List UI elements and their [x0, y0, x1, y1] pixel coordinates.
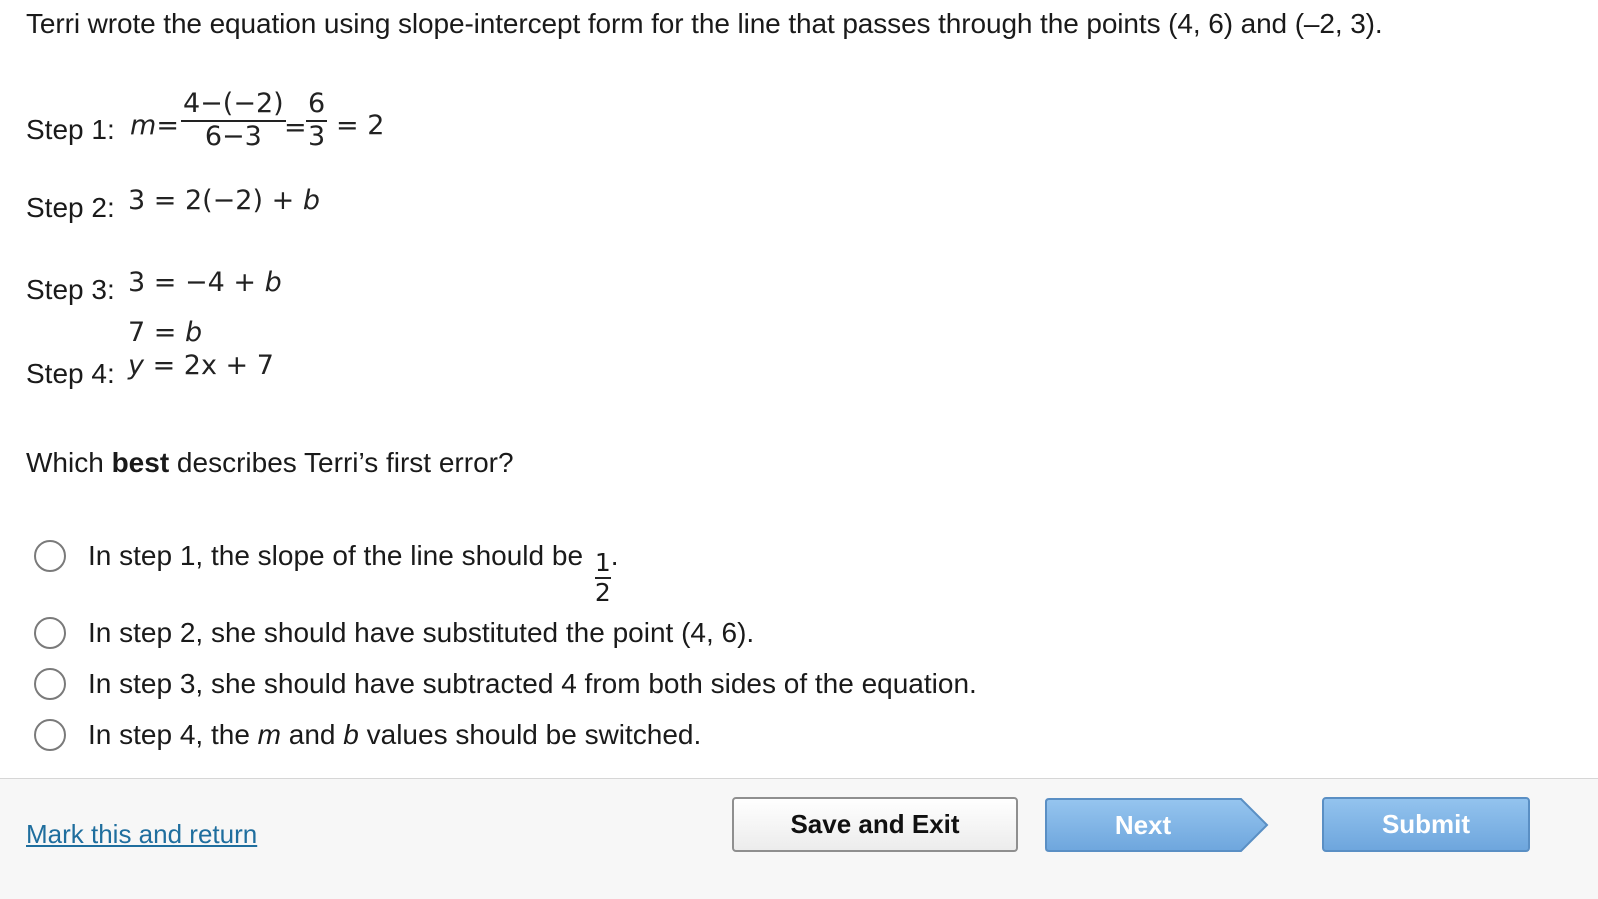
- answer-option-4-label: In step 4, the m and b values should be …: [88, 719, 702, 750]
- step-1-fraction-slope: 4−(−2) 6−3: [181, 88, 286, 152]
- step-3-expression-line-2: 7 = b: [128, 317, 203, 348]
- next-button[interactable]: Next: [1045, 798, 1269, 852]
- step-4-expression: y = 2x + 7: [128, 350, 274, 381]
- answer-option-1-label: In step 1, the slope of the line should …: [88, 540, 619, 607]
- step-1-fraction-numerator: 4−(−2): [183, 88, 284, 119]
- option-1-fraction: 1 2: [594, 548, 611, 607]
- save-and-exit-button[interactable]: Save and Exit: [732, 797, 1018, 852]
- radio-button[interactable]: [34, 617, 66, 649]
- step-1-equals: =: [284, 112, 307, 143]
- question-prompt: Terri wrote the equation using slope-int…: [26, 8, 1383, 39]
- step-1-label: Step 1:: [26, 114, 115, 145]
- assessment-page: Terri wrote the equation using slope-int…: [0, 0, 1598, 899]
- step-3-label: Step 3:: [26, 274, 115, 305]
- mark-and-return-link[interactable]: Mark this and return: [26, 819, 257, 850]
- step-3-expression-line-1: 3 = −4 + b: [128, 267, 282, 298]
- submit-button[interactable]: Submit: [1322, 797, 1530, 852]
- step-1-result: = 2: [336, 110, 385, 141]
- step-1-simplified-denominator: 3: [308, 121, 326, 152]
- step-1-fraction-simplified: 6 3: [306, 88, 328, 152]
- step-2-expression: 3 = 2(−2) + b: [128, 185, 320, 216]
- answer-option-3-label: In step 3, she should have subtracted 4 …: [88, 668, 977, 699]
- question-text: Which best describes Terri’s first error…: [26, 447, 514, 478]
- radio-button[interactable]: [34, 668, 66, 700]
- footer-bar: Mark this and return Save and Exit Next …: [0, 778, 1598, 899]
- answer-option-2-label: In step 2, she should have substituted t…: [88, 617, 755, 648]
- next-button-label: Next: [1114, 809, 1172, 840]
- radio-button[interactable]: [34, 719, 66, 751]
- step-4-label: Step 4:: [26, 358, 115, 389]
- radio-button[interactable]: [34, 540, 66, 572]
- step-1-simplified-numerator: 6: [308, 88, 326, 119]
- step-2-label: Step 2:: [26, 192, 115, 223]
- step-1-fraction-denominator: 6−3: [204, 121, 262, 152]
- step-1-m: m=: [130, 110, 179, 141]
